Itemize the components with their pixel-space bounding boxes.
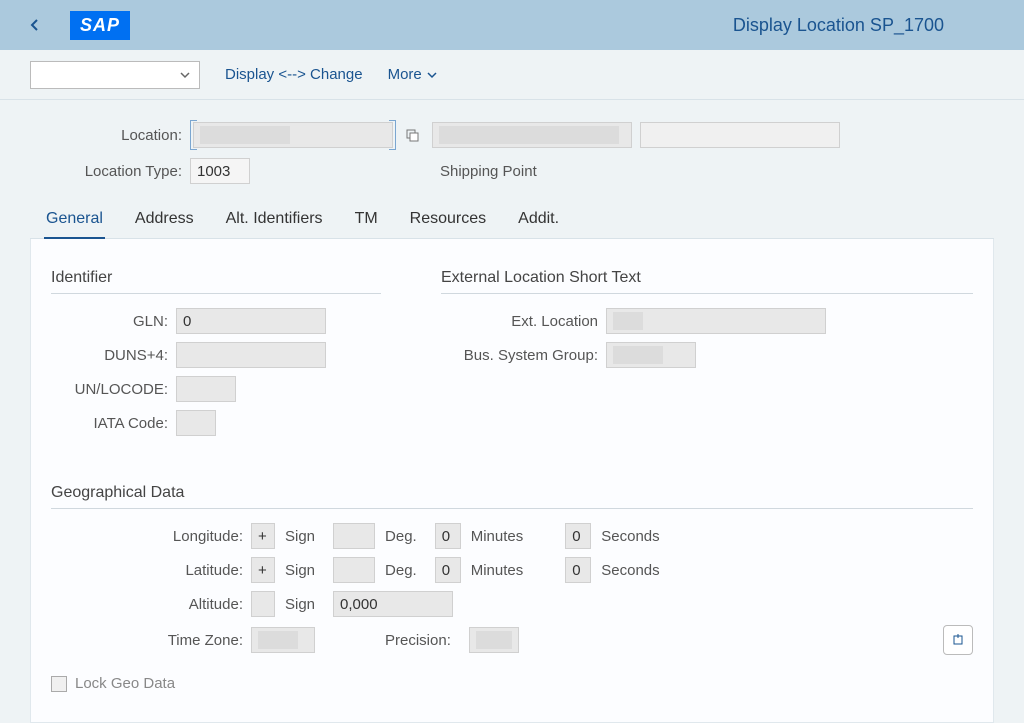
bus-system-label: Bus. System Group: — [441, 347, 606, 364]
location-label: Location: — [30, 127, 190, 144]
bus-system-input[interactable] — [606, 342, 696, 368]
tab-addit[interactable]: Addit. — [516, 204, 561, 238]
sign-label: Sign — [285, 528, 315, 545]
location-type-input[interactable]: 1003 — [190, 158, 250, 184]
location-input[interactable] — [193, 122, 393, 148]
external-section: External Location Short Text Ext. Locati… — [441, 269, 973, 444]
location-desc-input[interactable] — [432, 122, 632, 148]
sign-label3: Sign — [285, 596, 315, 613]
chevron-down-icon — [426, 69, 438, 81]
sec-label2: Seconds — [601, 562, 659, 579]
gln-label: GLN: — [51, 313, 176, 330]
identifier-section: Identifier GLN: 0 DUNS+4: UN/LOCODE: IAT… — [51, 269, 381, 444]
iata-label: IATA Code: — [51, 415, 176, 432]
display-change-button[interactable]: Display <--> Change — [225, 66, 363, 83]
lock-geo-label: Lock Geo Data — [75, 675, 175, 692]
precision-input[interactable] — [469, 627, 519, 653]
tab-resources[interactable]: Resources — [408, 204, 488, 238]
logo-text: SAP — [70, 11, 130, 40]
deg-label: Deg. — [385, 528, 417, 545]
latitude-sign-input[interactable]: + — [251, 557, 275, 583]
logo: SAP — [70, 11, 130, 40]
more-label: More — [388, 66, 422, 83]
form-area: Location: Location Type: 1003 Shipping P… — [0, 100, 1024, 723]
external-title: External Location Short Text — [441, 269, 973, 287]
toolbar: Display <--> Change More — [0, 50, 1024, 100]
longitude-sec-input[interactable]: 0 — [565, 523, 591, 549]
min-label2: Minutes — [471, 562, 524, 579]
longitude-deg-input[interactable] — [333, 523, 375, 549]
unlocode-label: UN/LOCODE: — [51, 381, 176, 398]
timezone-label: Time Zone: — [51, 632, 251, 649]
longitude-min-input[interactable]: 0 — [435, 523, 461, 549]
copy-icon[interactable] — [400, 123, 424, 147]
iata-input[interactable] — [176, 410, 216, 436]
ext-location-input[interactable] — [606, 308, 826, 334]
page-title: Display Location SP_1700 — [130, 15, 1004, 36]
tab-bar: General Address Alt. Identifiers TM Reso… — [30, 192, 994, 239]
location-desc2-input[interactable] — [640, 122, 840, 148]
chevron-down-icon — [179, 69, 191, 81]
latitude-deg-input[interactable] — [333, 557, 375, 583]
tab-general[interactable]: General — [44, 204, 105, 238]
latitude-label: Latitude: — [51, 562, 251, 579]
geo-section: Geographical Data Longitude: + Sign Deg.… — [51, 484, 973, 692]
tab-tm[interactable]: TM — [353, 204, 380, 238]
precision-label: Precision: — [385, 632, 451, 649]
tab-alt-identifiers[interactable]: Alt. Identifiers — [224, 204, 325, 238]
location-type-label: Location Type: — [30, 163, 190, 180]
latitude-sec-input[interactable]: 0 — [565, 557, 591, 583]
deg-label2: Deg. — [385, 562, 417, 579]
sign-label2: Sign — [285, 562, 315, 579]
lock-geo-checkbox[interactable] — [51, 676, 67, 692]
gln-input[interactable]: 0 — [176, 308, 326, 334]
duns-label: DUNS+4: — [51, 347, 176, 364]
latitude-min-input[interactable]: 0 — [435, 557, 461, 583]
altitude-input[interactable]: 0,000 — [333, 591, 453, 617]
unlocode-input[interactable] — [176, 376, 236, 402]
expand-button[interactable] — [943, 625, 973, 655]
longitude-label: Longitude: — [51, 528, 251, 545]
more-button[interactable]: More — [388, 66, 438, 83]
object-dropdown[interactable] — [30, 61, 200, 89]
longitude-sign-input[interactable]: + — [251, 523, 275, 549]
app-header: SAP Display Location SP_1700 — [0, 0, 1024, 50]
tab-address[interactable]: Address — [133, 204, 196, 238]
duns-input[interactable] — [176, 342, 326, 368]
tab-content: Identifier GLN: 0 DUNS+4: UN/LOCODE: IAT… — [30, 239, 994, 723]
identifier-title: Identifier — [51, 269, 381, 287]
altitude-label: Altitude: — [51, 596, 251, 613]
altitude-sign-input[interactable] — [251, 591, 275, 617]
geo-title: Geographical Data — [51, 484, 973, 502]
shipping-point-label: Shipping Point — [440, 163, 537, 180]
ext-location-label: Ext. Location — [441, 313, 606, 330]
sec-label: Seconds — [601, 528, 659, 545]
min-label: Minutes — [471, 528, 524, 545]
back-button[interactable] — [20, 10, 50, 40]
timezone-input[interactable] — [251, 627, 315, 653]
location-input-wrapper — [190, 120, 396, 150]
